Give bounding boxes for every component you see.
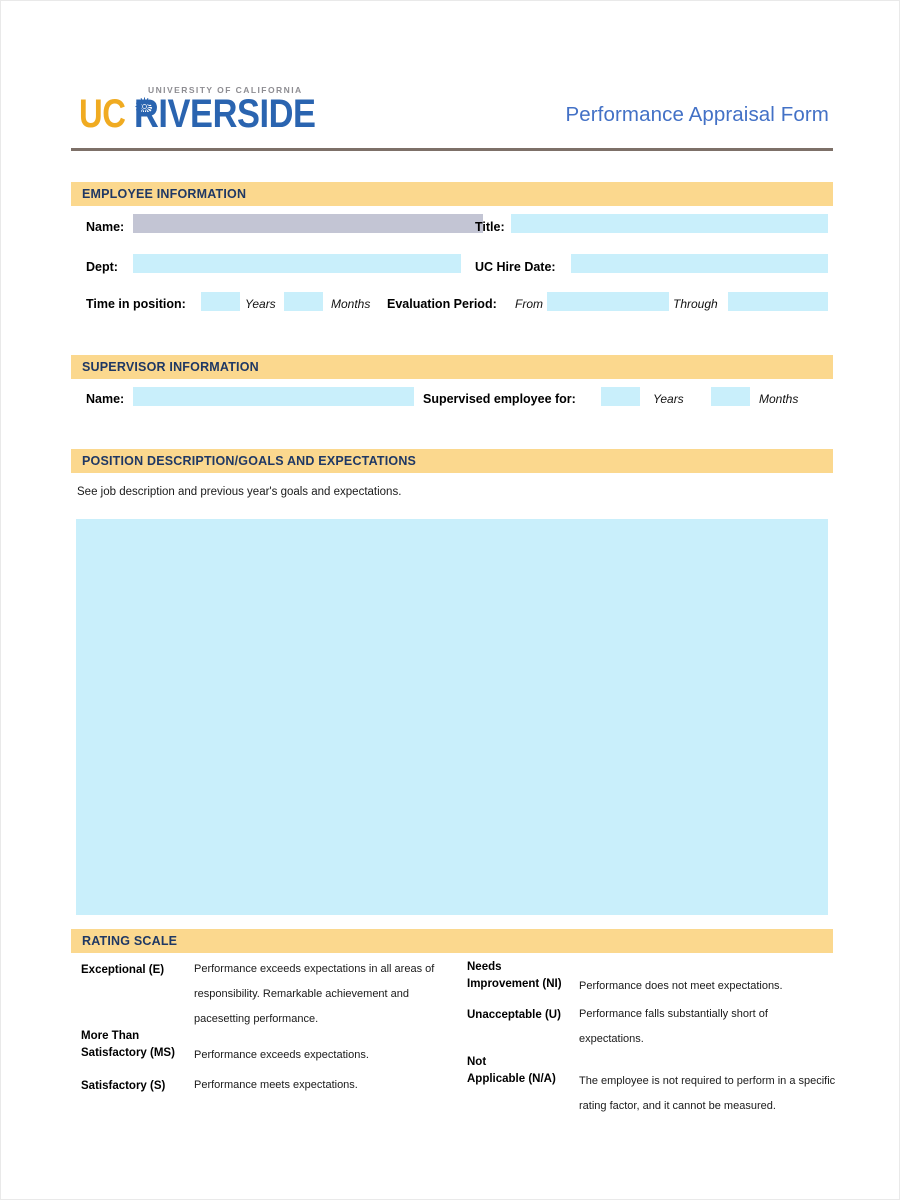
- section-title-position-description: POSITION DESCRIPTION/GOALS AND EXPECTATI…: [82, 454, 417, 468]
- employee-title-label: Title:: [475, 220, 505, 234]
- logo-uc-text: UC: [79, 92, 126, 136]
- employee-title-input[interactable]: [511, 214, 828, 233]
- supervised-months-unit-label: Months: [759, 392, 799, 406]
- employee-name-input[interactable]: [133, 214, 483, 233]
- supervised-years-unit-label: Years: [653, 392, 684, 406]
- rating-label-not-applicable: Not Applicable (N/A): [467, 1056, 556, 1085]
- rating-description-unacceptable: Performance falls substantially short of…: [579, 1008, 768, 1045]
- rating-description-not-applicable: The employee is not required to perform …: [579, 1075, 836, 1112]
- section-title-supervisor-information: SUPERVISOR INFORMATION: [82, 360, 259, 374]
- uc-hire-date-input[interactable]: [571, 254, 828, 273]
- position-description-note: See job description and previous year's …: [77, 486, 402, 498]
- uc-hire-date-label: UC Hire Date:: [475, 260, 556, 274]
- appraisal-form-page: UNIVERSITY OF CALIFORNIA UC RIVERSIDE Pe…: [0, 0, 900, 1200]
- employee-name-label: Name:: [86, 220, 125, 234]
- rating-label-unacceptable: Unacceptable (U): [467, 1009, 561, 1021]
- section-header-supervisor-information: SUPERVISOR INFORMATION: [71, 355, 833, 379]
- time-in-position-label: Time in position:: [86, 297, 186, 311]
- evaluation-period-label: Evaluation Period:: [387, 297, 497, 311]
- form-header: UNIVERSITY OF CALIFORNIA UC RIVERSIDE Pe…: [71, 79, 831, 149]
- section-title-rating-scale: RATING SCALE: [82, 934, 178, 948]
- supervisor-name-label: Name:: [86, 392, 125, 406]
- rating-label-needs-improvement: Needs Improvement (NI): [467, 961, 562, 990]
- rating-label-satisfactory: Satisfactory (S): [81, 1080, 166, 1092]
- page-title: Performance Appraisal Form: [565, 103, 829, 126]
- time-in-position-years-input[interactable]: [201, 292, 240, 311]
- evaluation-through-input[interactable]: [728, 292, 828, 311]
- uc-riverside-logo: UNIVERSITY OF CALIFORNIA UC RIVERSIDE: [79, 83, 316, 141]
- time-in-position-months-input[interactable]: [284, 292, 323, 311]
- logo-wordmark: UC RIVERSIDE: [79, 94, 345, 134]
- employee-dept-input[interactable]: [133, 254, 461, 273]
- header-divider: [71, 148, 833, 151]
- supervised-employee-for-label: Supervised employee for:: [423, 392, 576, 406]
- evaluation-from-input[interactable]: [547, 292, 669, 311]
- time-months-unit-label: Months: [331, 297, 371, 311]
- section-header-employee-information: EMPLOYEE INFORMATION: [71, 182, 833, 206]
- logo-riverside-text: RIVERSIDE: [133, 92, 316, 136]
- rating-description-needs-improvement: Performance does not meet expectations.: [579, 980, 783, 992]
- time-years-unit-label: Years: [245, 297, 276, 311]
- rating-description-satisfactory: Performance meets expectations.: [194, 1079, 358, 1091]
- rating-description-exceptional: Performance exceeds expectations in all …: [194, 963, 435, 1025]
- evaluation-through-label: Through: [673, 297, 718, 311]
- supervised-months-input[interactable]: [711, 387, 750, 406]
- section-title-employee-information: EMPLOYEE INFORMATION: [82, 187, 247, 201]
- supervisor-name-input[interactable]: [133, 387, 414, 406]
- evaluation-from-label: From: [515, 297, 543, 311]
- supervised-years-input[interactable]: [601, 387, 640, 406]
- rating-label-exceptional: Exceptional (E): [81, 964, 165, 976]
- rating-label-more-than-satisfactory: More Than Satisfactory (MS): [81, 1030, 175, 1059]
- sunburst-icon: [135, 97, 154, 116]
- employee-dept-label: Dept:: [86, 260, 118, 274]
- section-header-position-description: POSITION DESCRIPTION/GOALS AND EXPECTATI…: [71, 449, 833, 473]
- rating-description-more-than-satisfactory: Performance exceeds expectations.: [194, 1049, 369, 1061]
- position-description-textarea[interactable]: [76, 519, 828, 915]
- section-header-rating-scale: RATING SCALE: [71, 929, 833, 953]
